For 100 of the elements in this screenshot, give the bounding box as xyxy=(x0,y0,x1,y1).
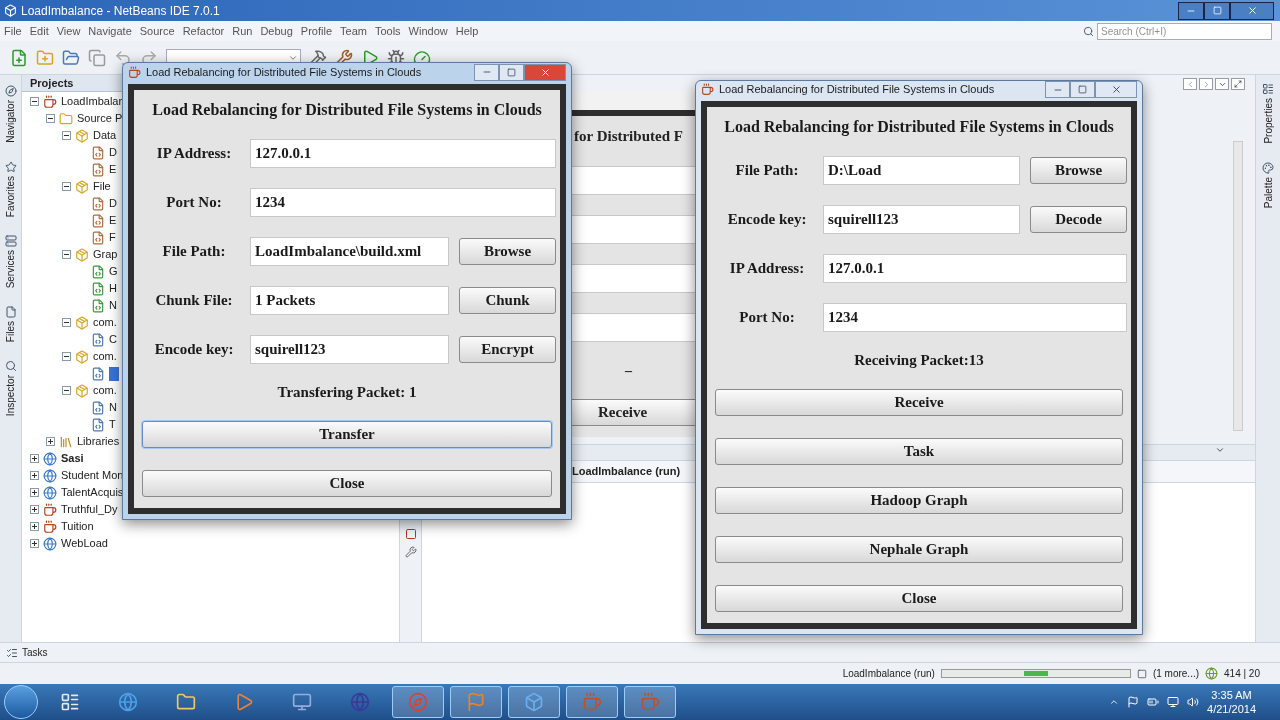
scroll-right-button[interactable] xyxy=(1199,78,1213,90)
tree-item[interactable]: com. xyxy=(93,382,117,399)
expand-icon[interactable] xyxy=(30,488,39,497)
collapse-icon[interactable] xyxy=(62,131,71,140)
tree-item[interactable]: G xyxy=(109,263,118,280)
text-field[interactable]: 1 Packets xyxy=(250,286,449,315)
side-tab[interactable]: Services xyxy=(3,230,18,293)
menu-item[interactable]: Debug xyxy=(260,22,293,40)
open-folder-icon[interactable] xyxy=(62,48,80,67)
tree-item[interactable]: Tuition xyxy=(61,518,94,535)
stop-icon[interactable] xyxy=(404,528,417,540)
dropdown-icon[interactable] xyxy=(1215,445,1225,455)
tree-item[interactable]: H xyxy=(109,280,117,297)
expand-icon[interactable] xyxy=(30,454,39,463)
restore-button[interactable] xyxy=(1204,1,1230,20)
selection-highlight[interactable] xyxy=(109,366,119,381)
text-field[interactable]: 1234 xyxy=(823,303,1127,332)
more-tasks-link[interactable]: (1 more...) xyxy=(1152,666,1200,681)
expand-icon[interactable] xyxy=(30,539,39,548)
collapse-icon[interactable] xyxy=(46,114,55,123)
text-field[interactable]: 1234 xyxy=(250,188,556,217)
maximize-button[interactable] xyxy=(1070,81,1095,98)
action-button[interactable]: Chunk xyxy=(459,287,556,314)
tree-item[interactable]: File xyxy=(93,178,111,195)
output-tab[interactable]: LoadImbalance (run) xyxy=(572,463,681,480)
tree-item[interactable]: Source P xyxy=(77,110,123,127)
text-field[interactable]: squirell123 xyxy=(250,335,449,364)
wide-button[interactable]: Close xyxy=(142,470,552,497)
tree-item[interactable]: LoadImbalan xyxy=(61,93,125,110)
wide-button[interactable]: Task xyxy=(715,438,1123,465)
collapse-icon[interactable] xyxy=(62,250,71,259)
undo-icon[interactable] xyxy=(114,48,132,67)
wide-button[interactable]: Receive xyxy=(715,389,1123,416)
tree-item[interactable]: D xyxy=(109,195,117,212)
expand-icon[interactable] xyxy=(30,471,39,480)
maximize-button[interactable] xyxy=(499,63,524,81)
tree-item[interactable]: WebLoad xyxy=(61,535,108,552)
side-tab[interactable]: Inspector xyxy=(3,356,18,421)
expand-icon[interactable] xyxy=(46,437,55,446)
side-tab[interactable]: Favorites xyxy=(3,156,18,221)
text-field[interactable]: squirell123 xyxy=(823,205,1020,234)
copy-icon[interactable] xyxy=(88,48,106,67)
menu-item[interactable]: View xyxy=(56,22,81,40)
tree-item[interactable]: Grap xyxy=(93,246,118,263)
minimize-button[interactable] xyxy=(1178,1,1204,20)
tree-item[interactable]: Libraries xyxy=(77,433,120,450)
new-file-icon[interactable] xyxy=(10,48,28,67)
tree-item[interactable]: Sasi xyxy=(61,450,84,467)
start-button[interactable] xyxy=(4,685,38,719)
network-icon[interactable] xyxy=(1167,696,1180,708)
side-tab[interactable]: Palette xyxy=(1260,157,1276,212)
taskbar-app-button[interactable] xyxy=(624,686,676,718)
text-field[interactable]: 127.0.0.1 xyxy=(823,254,1127,283)
menu-item[interactable]: Source xyxy=(139,22,175,40)
expand-icon[interactable] xyxy=(30,522,39,531)
collapse-icon[interactable] xyxy=(30,97,39,106)
tree-item[interactable]: T xyxy=(109,416,116,433)
scroll-left-button[interactable] xyxy=(1183,78,1197,90)
tree-item[interactable]: N xyxy=(109,399,117,416)
collapse-icon[interactable] xyxy=(62,182,71,191)
menu-item[interactable]: File xyxy=(4,22,22,40)
tree-item[interactable]: E xyxy=(109,212,117,229)
action-button[interactable]: Browse xyxy=(459,238,556,265)
close-button[interactable] xyxy=(1095,81,1137,98)
menu-item[interactable]: Profile xyxy=(300,22,332,40)
menu-item[interactable]: Run xyxy=(232,22,253,40)
tree-item[interactable]: Truthful_Dy xyxy=(61,501,118,518)
close-button[interactable] xyxy=(1230,1,1274,20)
search-field[interactable]: Search (Ctrl+I) xyxy=(1097,22,1272,40)
side-tab[interactable]: Properties xyxy=(1260,79,1276,148)
menu-item[interactable]: Navigate xyxy=(88,22,132,40)
speaker-icon[interactable] xyxy=(1187,696,1200,708)
documents-dropdown[interactable] xyxy=(1215,78,1229,90)
battery-icon[interactable] xyxy=(1147,696,1160,708)
menu-item[interactable]: Edit xyxy=(29,22,49,40)
tasks-tab[interactable]: Tasks xyxy=(22,645,48,660)
wide-button[interactable]: Transfer xyxy=(142,421,552,448)
search-icon[interactable] xyxy=(1083,25,1094,37)
wide-button[interactable]: Hadoop Graph xyxy=(715,487,1123,514)
action-button[interactable]: Encrypt xyxy=(459,336,556,363)
wrench-icon[interactable] xyxy=(404,546,417,558)
wide-button[interactable]: Nephale Graph xyxy=(715,536,1123,563)
scrollbar[interactable] xyxy=(1233,141,1243,431)
taskbar-app-button[interactable] xyxy=(508,686,560,718)
panel-tab[interactable]: Projects xyxy=(30,74,74,92)
action-button[interactable]: Browse xyxy=(1030,157,1127,184)
tree-item[interactable]: D xyxy=(109,144,117,161)
text-field[interactable]: 127.0.0.1 xyxy=(250,139,556,168)
taskbar-app-button[interactable] xyxy=(450,686,502,718)
tree-item[interactable]: TalentAcquis xyxy=(61,484,124,501)
action-button[interactable]: Decode xyxy=(1030,206,1127,233)
taskbar-app-button[interactable] xyxy=(566,686,618,718)
text-field[interactable]: LoadImbalance\build.xml xyxy=(250,237,449,266)
side-tab[interactable]: Files xyxy=(3,302,18,347)
tree-item[interactable]: F xyxy=(109,229,116,246)
tree-item[interactable]: C xyxy=(109,331,117,348)
tree-item[interactable]: com. xyxy=(93,348,117,365)
menu-item[interactable]: Window xyxy=(408,22,448,40)
expand-icon[interactable] xyxy=(30,505,39,514)
menu-item[interactable]: Team xyxy=(340,22,367,40)
